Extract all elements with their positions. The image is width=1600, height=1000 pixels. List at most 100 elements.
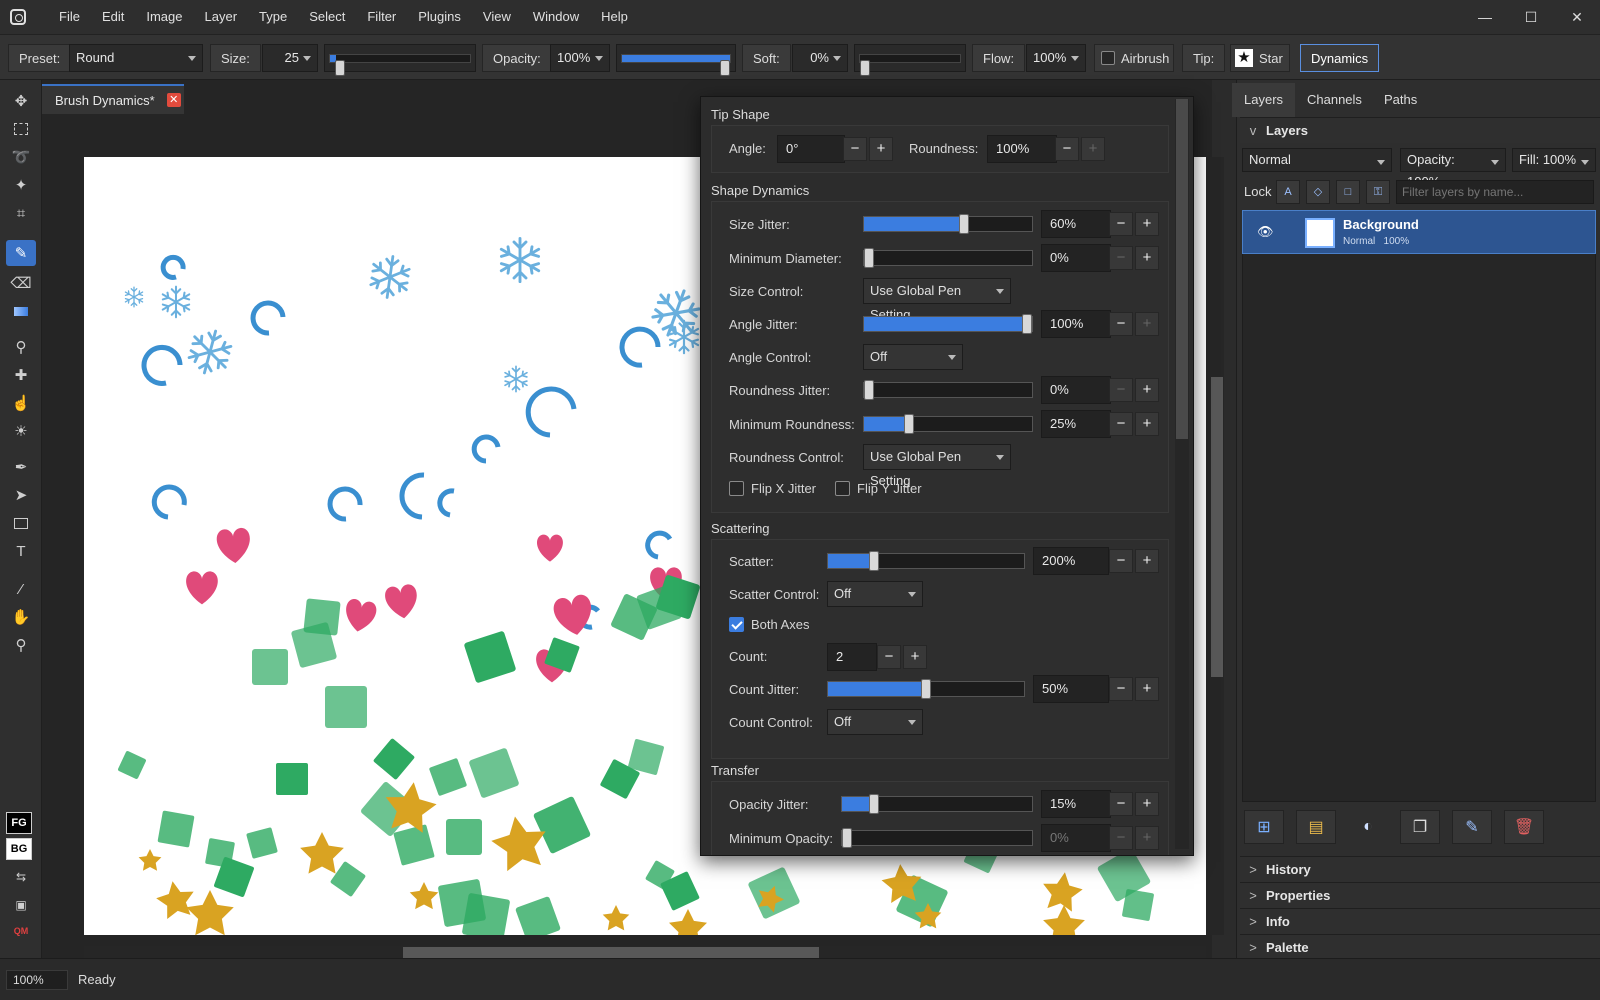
new-group-icon[interactable]: ▤ <box>1296 810 1336 844</box>
roundness-decrement-button[interactable]: − <box>1055 137 1079 161</box>
menu-plugins[interactable]: Plugins <box>407 0 472 34</box>
edit-layer-icon[interactable]: ✎ <box>1452 810 1492 844</box>
shape-tool-icon[interactable] <box>6 510 36 536</box>
tab-layers[interactable]: Layers <box>1232 83 1296 117</box>
angle-increment-button[interactable]: + <box>869 137 893 161</box>
menu-file[interactable]: File <box>48 0 91 34</box>
min-diameter-decrement-button[interactable]: − <box>1109 246 1133 270</box>
roundness-field[interactable]: 100% <box>987 135 1057 163</box>
duplicate-layer-icon[interactable]: ❐ <box>1400 810 1440 844</box>
dynamics-button[interactable]: Dynamics <box>1300 44 1380 72</box>
airbrush-checkbox[interactable] <box>1101 51 1115 65</box>
marquee-tool-icon[interactable] <box>6 116 36 142</box>
scatter-increment-button[interactable]: + <box>1135 549 1159 573</box>
count-decrement-button[interactable]: − <box>877 645 901 669</box>
heal-tool-icon[interactable]: ✚ <box>6 362 36 388</box>
lock-position-icon[interactable]: □ <box>1336 180 1360 204</box>
angle-decrement-button[interactable]: − <box>843 137 867 161</box>
close-tab-icon[interactable]: ✕ <box>166 93 181 107</box>
count-jitter-increment-button[interactable]: + <box>1135 677 1159 701</box>
roundness-jitter-slider[interactable] <box>863 380 1033 400</box>
min-opacity-increment-button[interactable]: + <box>1135 826 1159 850</box>
count-jitter-decrement-button[interactable]: − <box>1109 677 1133 701</box>
size-jitter-slider[interactable] <box>863 214 1033 234</box>
new-layer-icon[interactable]: ⊞ <box>1244 810 1284 844</box>
dynamics-scroll-thumb[interactable] <box>1176 99 1188 439</box>
type-tool-icon[interactable]: T <box>6 538 36 564</box>
smudge-tool-icon[interactable]: ☝ <box>6 390 36 416</box>
roundness-jitter-field[interactable]: 0% <box>1041 376 1111 404</box>
layer-visibility-eye-icon[interactable]: 👁 <box>1257 224 1274 240</box>
magic-wand-icon[interactable]: ✦ <box>6 172 36 198</box>
both-axes-checkbox[interactable] <box>729 617 744 632</box>
palette-panel-header[interactable]: > Palette <box>1240 934 1600 960</box>
roundness-control-dropdown[interactable]: Use Global Pen Setting <box>863 444 1011 488</box>
angle-jitter-field[interactable]: 100% <box>1041 310 1111 338</box>
menu-layer[interactable]: Layer <box>194 0 249 34</box>
layer-opacity-dropdown[interactable]: Opacity: 100% <box>1400 148 1506 189</box>
lasso-tool-icon[interactable]: ➰ <box>6 144 36 170</box>
min-opacity-field[interactable]: 0% <box>1041 824 1111 852</box>
lock-paint-icon[interactable]: ◇ <box>1306 180 1330 204</box>
history-panel-header[interactable]: > History <box>1240 856 1600 882</box>
roundness-increment-button[interactable]: + <box>1081 137 1105 161</box>
count-increment-button[interactable]: + <box>903 645 927 669</box>
scatter-slider[interactable] <box>827 551 1025 571</box>
size-control-dropdown[interactable]: Use Global Pen Setting <box>863 278 1011 322</box>
dodge-tool-icon[interactable]: ☀ <box>6 418 36 444</box>
scatter-field[interactable]: 200% <box>1033 547 1109 575</box>
default-colors-icon[interactable]: ▣ <box>6 892 36 918</box>
flow-field[interactable]: 100% <box>1026 44 1086 72</box>
menu-select[interactable]: Select <box>298 0 356 34</box>
opacity-field[interactable]: 100% <box>550 44 610 72</box>
minimize-button[interactable]: — <box>1462 0 1508 34</box>
size-jitter-increment-button[interactable]: + <box>1135 212 1159 236</box>
delete-layer-icon[interactable]: 🗑 <box>1504 810 1544 844</box>
lock-all-icon[interactable]: ⚿ <box>1366 180 1390 204</box>
opacity-slider[interactable] <box>616 44 736 76</box>
layer-filter-input[interactable] <box>1396 180 1594 204</box>
min-opacity-decrement-button[interactable]: − <box>1109 826 1133 850</box>
soft-field[interactable]: 0% <box>792 44 848 72</box>
background-swatch[interactable]: BG <box>6 838 32 860</box>
path-select-icon[interactable]: ➤ <box>6 482 36 508</box>
opacity-jitter-decrement-button[interactable]: − <box>1109 792 1133 816</box>
lock-transparency-icon[interactable]: A <box>1276 180 1300 204</box>
vertical-scrollbar[interactable] <box>1210 157 1224 935</box>
count-jitter-field[interactable]: 50% <box>1033 675 1109 703</box>
min-roundness-slider[interactable] <box>863 414 1033 434</box>
airbrush-toggle[interactable]: Airbrush <box>1094 44 1174 72</box>
gradient-tool-icon[interactable] <box>6 298 36 324</box>
menu-type[interactable]: Type <box>248 0 298 34</box>
count-jitter-slider[interactable] <box>827 679 1025 699</box>
dynamics-scrollbar[interactable] <box>1175 99 1189 849</box>
flip-x-checkbox[interactable] <box>729 481 744 496</box>
properties-panel-header[interactable]: > Properties <box>1240 882 1600 908</box>
tab-paths[interactable]: Paths <box>1372 83 1429 117</box>
min-roundness-decrement-button[interactable]: − <box>1109 412 1133 436</box>
angle-jitter-slider[interactable] <box>863 314 1033 334</box>
maximize-button[interactable]: ☐ <box>1508 0 1554 34</box>
angle-field[interactable]: 0° <box>777 135 845 163</box>
angle-jitter-decrement-button[interactable]: − <box>1109 312 1133 336</box>
size-field[interactable]: 25 <box>262 44 318 72</box>
zoom-field[interactable]: 100% <box>6 970 68 990</box>
menu-view[interactable]: View <box>472 0 522 34</box>
soft-slider[interactable] <box>854 44 966 76</box>
vertical-scroll-thumb[interactable] <box>1211 377 1223 677</box>
size-slider[interactable] <box>324 44 476 76</box>
eraser-tool-icon[interactable]: ⌫ <box>6 270 36 296</box>
document-tab[interactable]: Brush Dynamics* ✕ <box>42 84 184 114</box>
blend-mode-dropdown[interactable]: Normal <box>1242 148 1392 172</box>
foreground-swatch[interactable]: FG <box>6 812 32 834</box>
move-tool-icon[interactable]: ✥ <box>6 88 36 114</box>
menu-window[interactable]: Window <box>522 0 590 34</box>
angle-jitter-increment-button[interactable]: + <box>1135 312 1159 336</box>
adjustment-layer-icon[interactable]: ◐ <box>1348 810 1388 844</box>
info-panel-header[interactable]: > Info <box>1240 908 1600 934</box>
hand-tool-icon[interactable]: ✋ <box>6 604 36 630</box>
min-opacity-slider[interactable] <box>841 828 1033 848</box>
zoom-tool-icon[interactable]: ⚲ <box>6 632 36 658</box>
eyedropper-icon[interactable]: ⁄ <box>6 576 36 602</box>
min-roundness-increment-button[interactable]: + <box>1135 412 1159 436</box>
